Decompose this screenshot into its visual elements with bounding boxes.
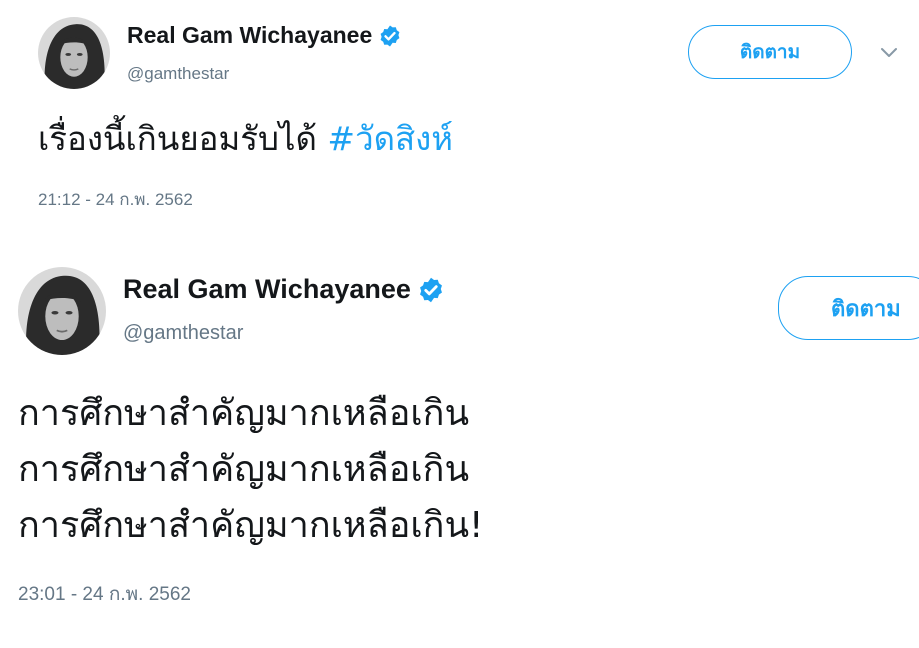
avatar[interactable] xyxy=(38,17,110,89)
tweet-screenshot: Real Gam Wichayanee @gamthestar ติดตาม เ… xyxy=(0,0,919,648)
verified-badge-icon xyxy=(378,24,402,48)
tweet-text-line: การศึกษาสำคัญมากเหลือเกิน! xyxy=(18,505,484,546)
tweet-text-body: เรื่องนี้เกินยอมรับได้ xyxy=(38,119,317,158)
verified-badge-icon xyxy=(417,276,445,304)
tweet-text-line: การศึกษาสำคัญมากเหลือเกิน xyxy=(18,449,470,490)
handle[interactable]: @gamthestar xyxy=(123,322,243,345)
tweet-card: Real Gam Wichayanee @gamthestar ติดตาม เ… xyxy=(0,0,919,230)
timestamp[interactable]: 21:12 - 24 ก.พ. 2562 xyxy=(38,186,193,213)
timestamp[interactable]: 23:01 - 24 ก.พ. 2562 xyxy=(18,579,191,609)
chevron-down-icon[interactable] xyxy=(880,47,898,59)
author-row: Real Gam Wichayanee xyxy=(123,274,445,305)
tweet-card: Real Gam Wichayanee @gamthestar ติดตาม ก… xyxy=(0,258,919,638)
tweet-text: การศึกษาสำคัญมากเหลือเกิน การศึกษาสำคัญม… xyxy=(18,386,484,554)
display-name[interactable]: Real Gam Wichayanee xyxy=(123,274,411,305)
handle[interactable]: @gamthestar xyxy=(127,64,229,84)
avatar[interactable] xyxy=(18,267,106,355)
display-name[interactable]: Real Gam Wichayanee xyxy=(127,22,372,49)
tweet-text-line: การศึกษาสำคัญมากเหลือเกิน xyxy=(18,393,470,434)
author-row: Real Gam Wichayanee xyxy=(127,22,402,49)
tweet-text: เรื่องนี้เกินยอมรับได้ #วัดสิงห์ xyxy=(38,116,453,162)
follow-button[interactable]: ติดตาม xyxy=(688,25,852,79)
avatar-image xyxy=(38,17,110,89)
hashtag-link[interactable]: #วัดสิงห์ xyxy=(327,119,453,158)
follow-button[interactable]: ติดตาม xyxy=(778,276,919,340)
avatar-image xyxy=(18,267,106,355)
